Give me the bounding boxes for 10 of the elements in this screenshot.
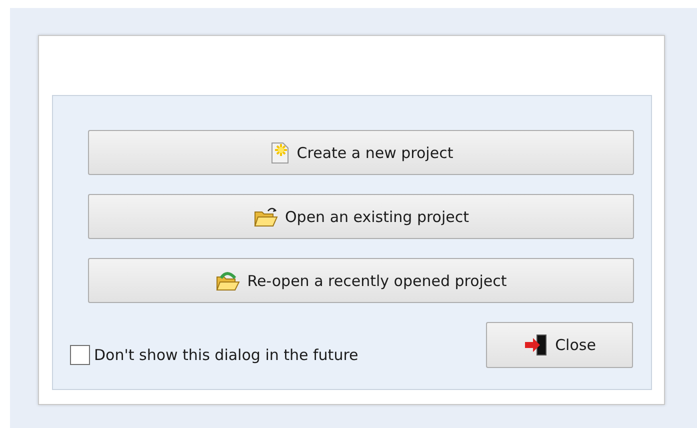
action-button[interactable]: Create a new project xyxy=(88,130,634,175)
action-button[interactable]: Re-open a recently opened project xyxy=(88,258,634,303)
action-button[interactable]: Open an existing project xyxy=(88,194,634,239)
exit-door-icon xyxy=(523,334,550,356)
checkbox-label: Don't show this dialog in the future xyxy=(94,346,358,364)
new-file-icon xyxy=(268,140,291,164)
close-button[interactable]: Close xyxy=(486,322,633,368)
reopen-folder-icon xyxy=(215,270,242,292)
checkbox[interactable] xyxy=(70,345,90,365)
open-folder-icon xyxy=(252,206,279,228)
